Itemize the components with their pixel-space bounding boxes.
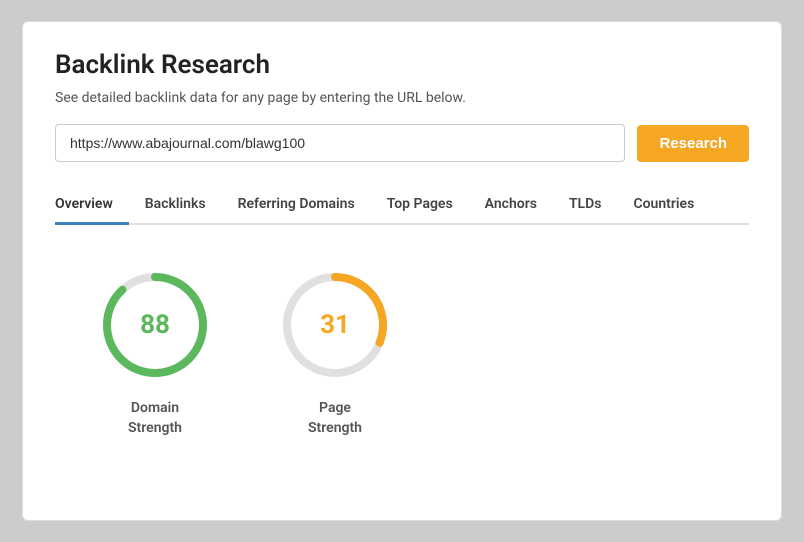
research-button[interactable]: Research xyxy=(637,125,749,162)
metrics-row: 88 DomainStrength 31 PageStrength xyxy=(55,265,749,438)
tab-top-pages[interactable]: Top Pages xyxy=(371,186,469,225)
url-input[interactable] xyxy=(55,124,625,162)
tab-tlds[interactable]: TLDs xyxy=(553,186,618,225)
tab-referring-domains[interactable]: Referring Domains xyxy=(222,186,371,225)
subtitle: See detailed backlink data for any page … xyxy=(55,90,749,106)
domain-strength-label: DomainStrength xyxy=(128,399,182,438)
page-strength-label: PageStrength xyxy=(308,399,362,438)
tabs-nav: OverviewBacklinksReferring DomainsTop Pa… xyxy=(55,186,749,225)
tab-backlinks[interactable]: Backlinks xyxy=(129,186,222,225)
search-row: Research xyxy=(55,124,749,162)
main-card: Backlink Research See detailed backlink … xyxy=(22,21,782,521)
page-strength-circle: 31 xyxy=(275,265,395,385)
page-strength-value: 31 xyxy=(320,310,350,340)
tab-overview[interactable]: Overview xyxy=(55,186,129,225)
domain-strength-value: 88 xyxy=(140,310,170,340)
tab-countries[interactable]: Countries xyxy=(617,186,710,225)
tab-anchors[interactable]: Anchors xyxy=(469,186,553,225)
metric-domain-strength: 88 DomainStrength xyxy=(95,265,215,438)
metric-page-strength: 31 PageStrength xyxy=(275,265,395,438)
domain-strength-circle: 88 xyxy=(95,265,215,385)
page-title: Backlink Research xyxy=(55,50,749,80)
